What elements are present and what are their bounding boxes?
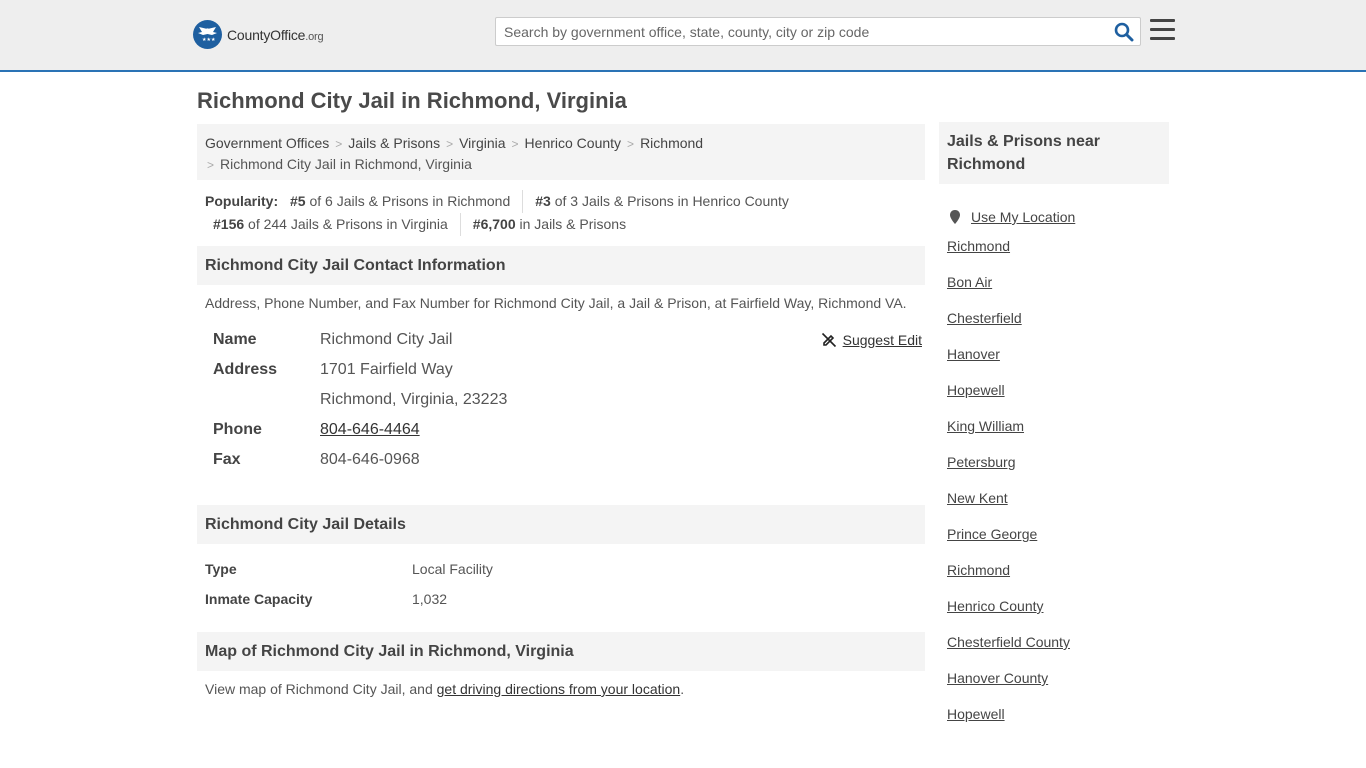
breadcrumb-current: Richmond City Jail in Richmond, Virginia xyxy=(220,156,472,172)
phone-label: Phone xyxy=(213,421,262,438)
use-location-item[interactable]: Use My Location xyxy=(947,199,1169,235)
sidebar-link-item: Henrico County xyxy=(947,595,1169,631)
popularity-label: Popularity: xyxy=(205,193,279,209)
sidebar-link-item: Petersburg xyxy=(947,451,1169,487)
popularity-panel: Popularity: #5 of 6 Jails & Prisons in R… xyxy=(197,190,925,236)
fax-label: Fax xyxy=(213,451,241,468)
name-label: Name xyxy=(213,331,257,348)
breadcrumb-henrico-county[interactable]: Henrico County xyxy=(525,135,622,151)
nearby-sidebar: Jails & Prisons near Richmond Use My Loc… xyxy=(939,122,1169,739)
breadcrumb-government-offices[interactable]: Government Offices xyxy=(205,135,329,151)
address-row-2: Richmond, Virginia, 23223 xyxy=(205,385,925,415)
sidebar-link-king-william[interactable]: King William xyxy=(947,418,1024,434)
address-line1: 1701 Fairfield Way xyxy=(320,361,453,378)
sidebar-link-item: Chesterfield County xyxy=(947,631,1169,667)
sidebar-link-hanover-county[interactable]: Hanover County xyxy=(947,670,1048,686)
breadcrumb-jails-prisons[interactable]: Jails & Prisons xyxy=(348,135,440,151)
details-row: Inmate Capacity 1,032 xyxy=(197,584,925,614)
sidebar-link-item: Prince George xyxy=(947,523,1169,559)
search-button[interactable] xyxy=(1114,22,1134,42)
popularity-item: #156 of 244 Jails & Prisons in Virginia xyxy=(213,216,448,232)
map-text: View map of Richmond City Jail, and xyxy=(205,681,437,697)
map-pin-icon xyxy=(950,210,960,224)
search-box xyxy=(495,17,1141,46)
page-title: Richmond City Jail in Richmond, Virginia xyxy=(197,88,627,113)
popularity-item: #6,700 in Jails & Prisons xyxy=(459,213,638,236)
sidebar-link-richmond-2[interactable]: Richmond xyxy=(947,562,1010,578)
details-table: Type Local Facility Inmate Capacity 1,03… xyxy=(197,544,925,632)
sidebar-link-hopewell[interactable]: Hopewell xyxy=(947,382,1005,398)
name-value: Richmond City Jail xyxy=(320,331,453,348)
sidebar-link-petersburg[interactable]: Petersburg xyxy=(947,454,1015,470)
logo-tld: .org xyxy=(305,30,324,43)
breadcrumb-virginia[interactable]: Virginia xyxy=(459,135,505,151)
fax-row: Fax 804-646-0968 xyxy=(205,445,925,475)
chevron-right-icon: > xyxy=(446,137,454,151)
logo-brand: CountyOffice xyxy=(227,26,306,43)
site-header: ★★★ CountyOffice.org xyxy=(0,0,1366,72)
sidebar-list: Use My Location Richmond Bon Air Chester… xyxy=(939,199,1169,739)
details-value: Local Facility xyxy=(412,561,493,577)
driving-directions-link[interactable]: get driving directions from your locatio… xyxy=(437,681,681,697)
svg-text:★★★: ★★★ xyxy=(202,37,216,43)
details-label: Type xyxy=(205,561,237,577)
address-row: Address 1701 Fairfield Way xyxy=(205,355,925,385)
fax-value: 804-646-0968 xyxy=(320,451,420,468)
sidebar-link-item: New Kent xyxy=(947,487,1169,523)
contact-description: Address, Phone Number, and Fax Number fo… xyxy=(205,295,907,311)
address-label: Address xyxy=(213,361,278,378)
chevron-right-icon: > xyxy=(207,158,215,172)
popularity-item: #3 of 3 Jails & Prisons in Henrico Count… xyxy=(522,190,801,213)
popularity-item: #5 of 6 Jails & Prisons in Richmond xyxy=(290,193,511,209)
chevron-right-icon: > xyxy=(511,137,519,151)
edit-off-icon xyxy=(821,332,836,348)
sidebar-heading: Jails & Prisons near Richmond xyxy=(939,122,1169,184)
suggest-edit-button[interactable]: Suggest Edit xyxy=(821,325,922,355)
chevron-right-icon: > xyxy=(335,137,343,151)
sidebar-link-bon-air[interactable]: Bon Air xyxy=(947,274,992,290)
sidebar-link-item: King William xyxy=(947,415,1169,451)
details-heading: Richmond City Jail Details xyxy=(197,505,925,544)
contact-heading: Richmond City Jail Contact Information xyxy=(197,246,925,285)
details-label: Inmate Capacity xyxy=(205,591,313,607)
sidebar-link-hanover[interactable]: Hanover xyxy=(947,346,1000,362)
phone-row: Phone 804-646-4464 xyxy=(205,415,925,445)
details-row: Type Local Facility xyxy=(197,554,925,584)
map-description: View map of Richmond City Jail, and get … xyxy=(197,671,925,707)
sidebar-link-new-kent[interactable]: New Kent xyxy=(947,490,1008,506)
site-logo[interactable]: ★★★ CountyOffice.org xyxy=(193,20,324,49)
use-location-link[interactable]: Use My Location xyxy=(971,206,1075,228)
suggest-edit-link[interactable]: Suggest Edit xyxy=(843,325,922,355)
contact-info: Name Richmond City Jail Suggest Edit Add… xyxy=(197,325,925,505)
search-icon xyxy=(1114,22,1134,42)
sidebar-link-item: Chesterfield xyxy=(947,307,1169,343)
breadcrumb-richmond[interactable]: Richmond xyxy=(640,135,703,151)
sidebar-link-prince-george[interactable]: Prince George xyxy=(947,526,1037,542)
map-heading: Map of Richmond City Jail in Richmond, V… xyxy=(197,632,925,671)
main-content: Government Offices > Jails & Prisons > Virgi… xyxy=(197,124,925,707)
phone-link[interactable]: 804-646-4464 xyxy=(320,421,420,438)
sidebar-link-item: Hopewell xyxy=(947,379,1169,415)
sidebar-link-item: Richmond xyxy=(947,559,1169,595)
sidebar-link-item: Hanover County xyxy=(947,667,1169,703)
sidebar-link-item: Bon Air xyxy=(947,271,1169,307)
breadcrumb: Government Offices > Jails & Prisons > Virgi… xyxy=(197,124,925,180)
details-value: 1,032 xyxy=(412,591,448,607)
eagle-logo-icon: ★★★ xyxy=(193,20,222,49)
address-line2: Richmond, Virginia, 23223 xyxy=(320,391,508,408)
sidebar-link-hopewell-2[interactable]: Hopewell xyxy=(947,706,1005,722)
sidebar-link-richmond[interactable]: Richmond xyxy=(947,238,1010,254)
chevron-right-icon: > xyxy=(627,137,635,151)
search-input[interactable] xyxy=(496,18,1096,45)
name-row: Name Richmond City Jail Suggest Edit xyxy=(205,325,925,355)
sidebar-link-henrico-county[interactable]: Henrico County xyxy=(947,598,1044,614)
map-text-end: . xyxy=(680,681,685,697)
sidebar-link-item: Hopewell xyxy=(947,703,1169,739)
sidebar-link-item: Richmond xyxy=(947,235,1169,271)
sidebar-link-item: Hanover xyxy=(947,343,1169,379)
sidebar-link-chesterfield[interactable]: Chesterfield xyxy=(947,310,1022,326)
hamburger-menu-icon[interactable] xyxy=(1150,19,1175,41)
logo-wordmark: CountyOffice.org xyxy=(227,26,324,43)
sidebar-link-chesterfield-county[interactable]: Chesterfield County xyxy=(947,634,1070,650)
